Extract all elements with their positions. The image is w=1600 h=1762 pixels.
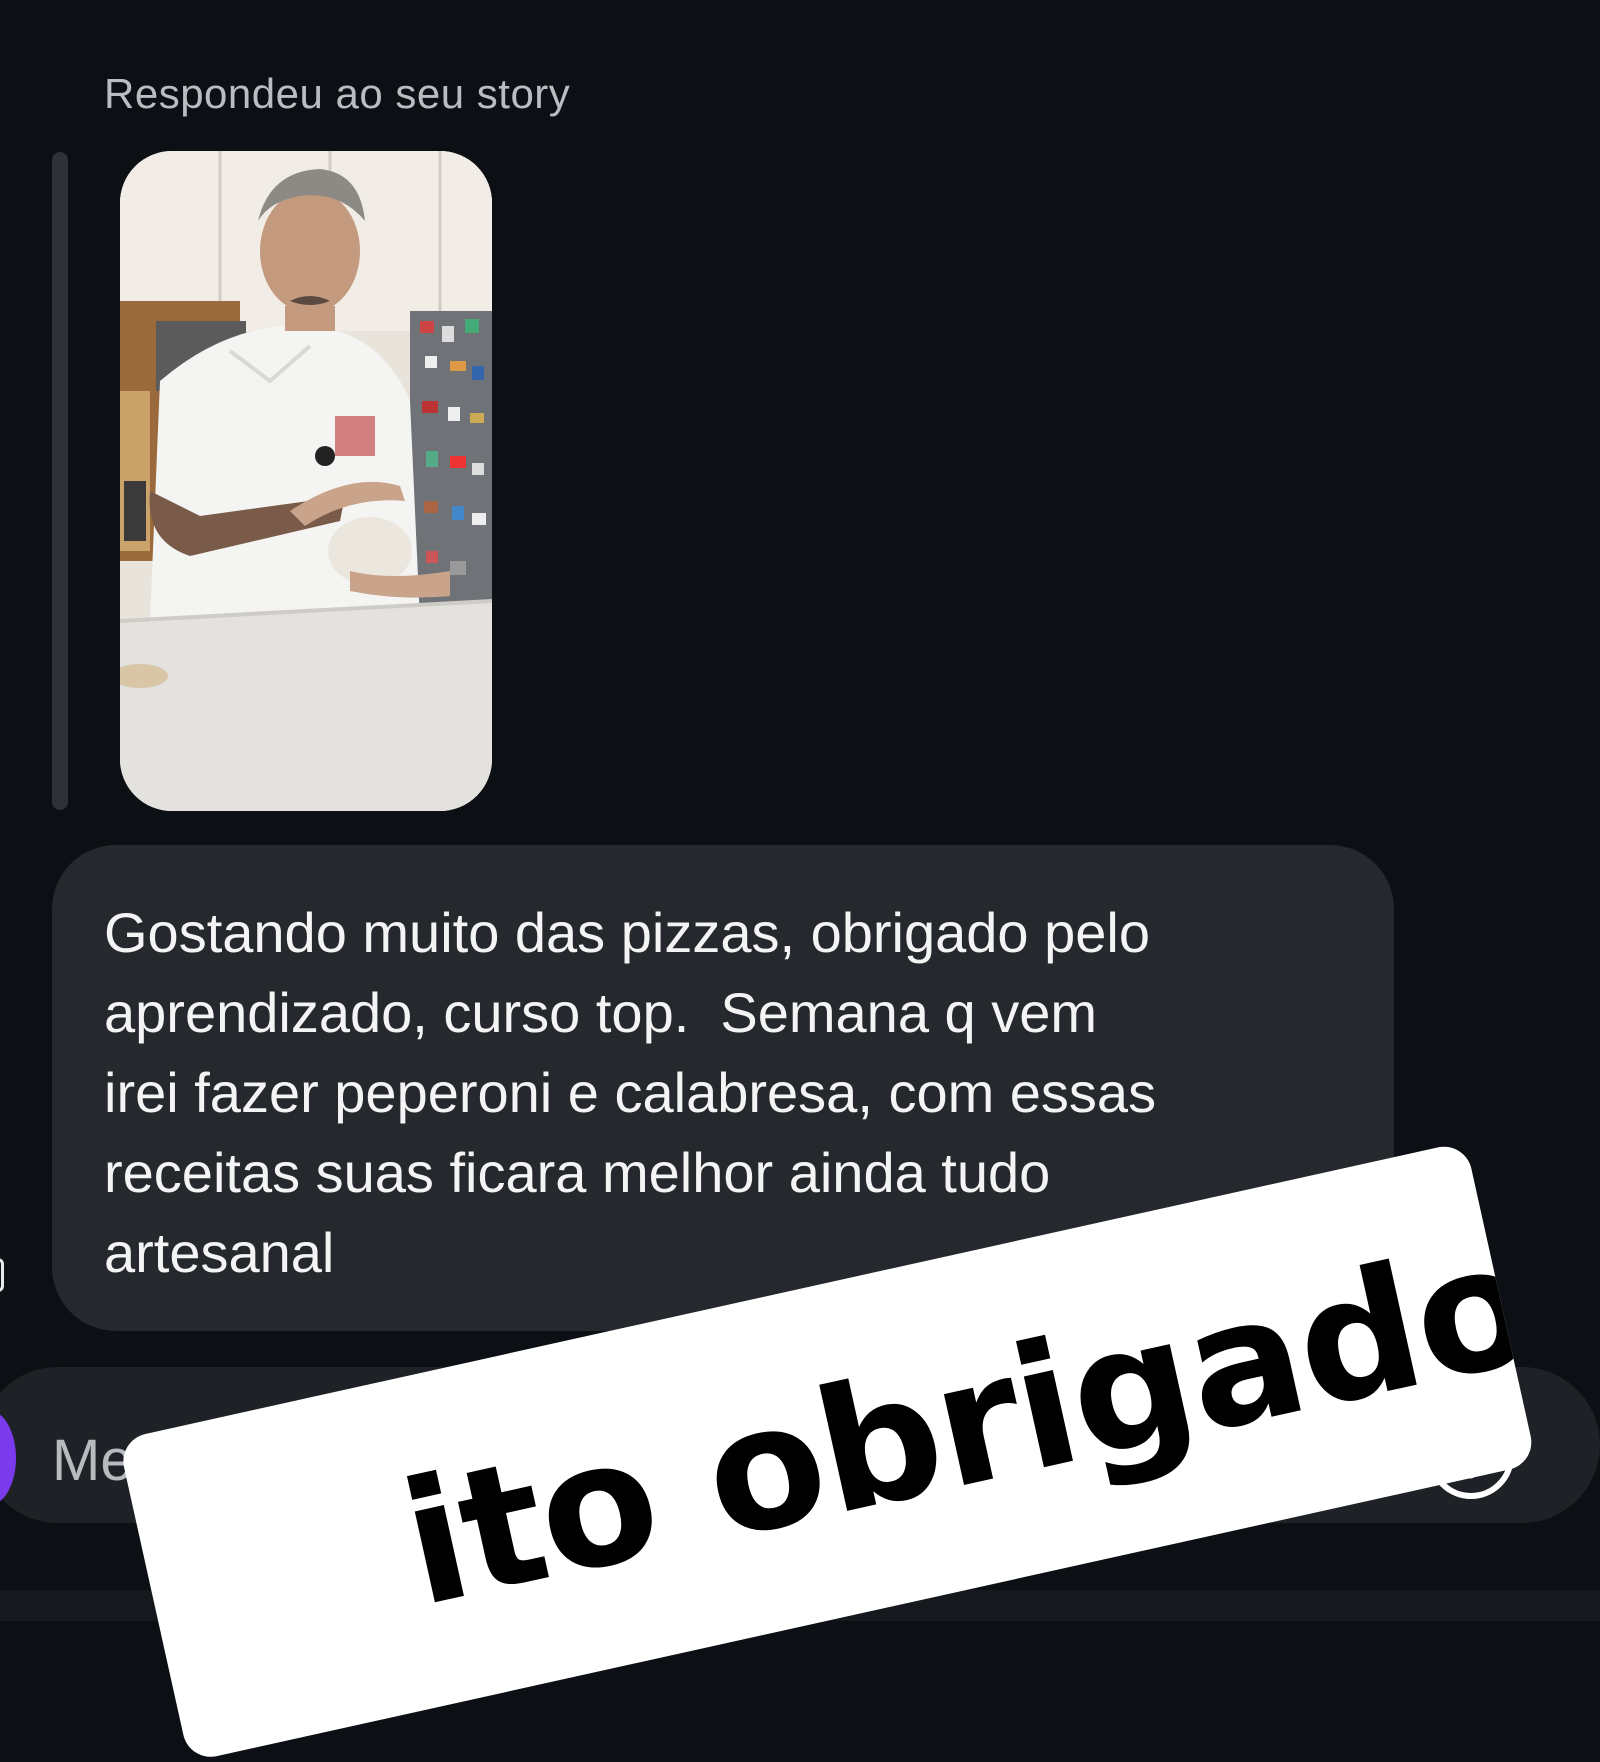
story-reply-caption: Respondeu ao seu story <box>104 70 571 117</box>
story-image <box>120 151 492 811</box>
story-thumbnail[interactable] <box>120 151 492 811</box>
message-avatar-edge <box>0 1258 4 1292</box>
quote-indicator-bar <box>52 152 68 810</box>
